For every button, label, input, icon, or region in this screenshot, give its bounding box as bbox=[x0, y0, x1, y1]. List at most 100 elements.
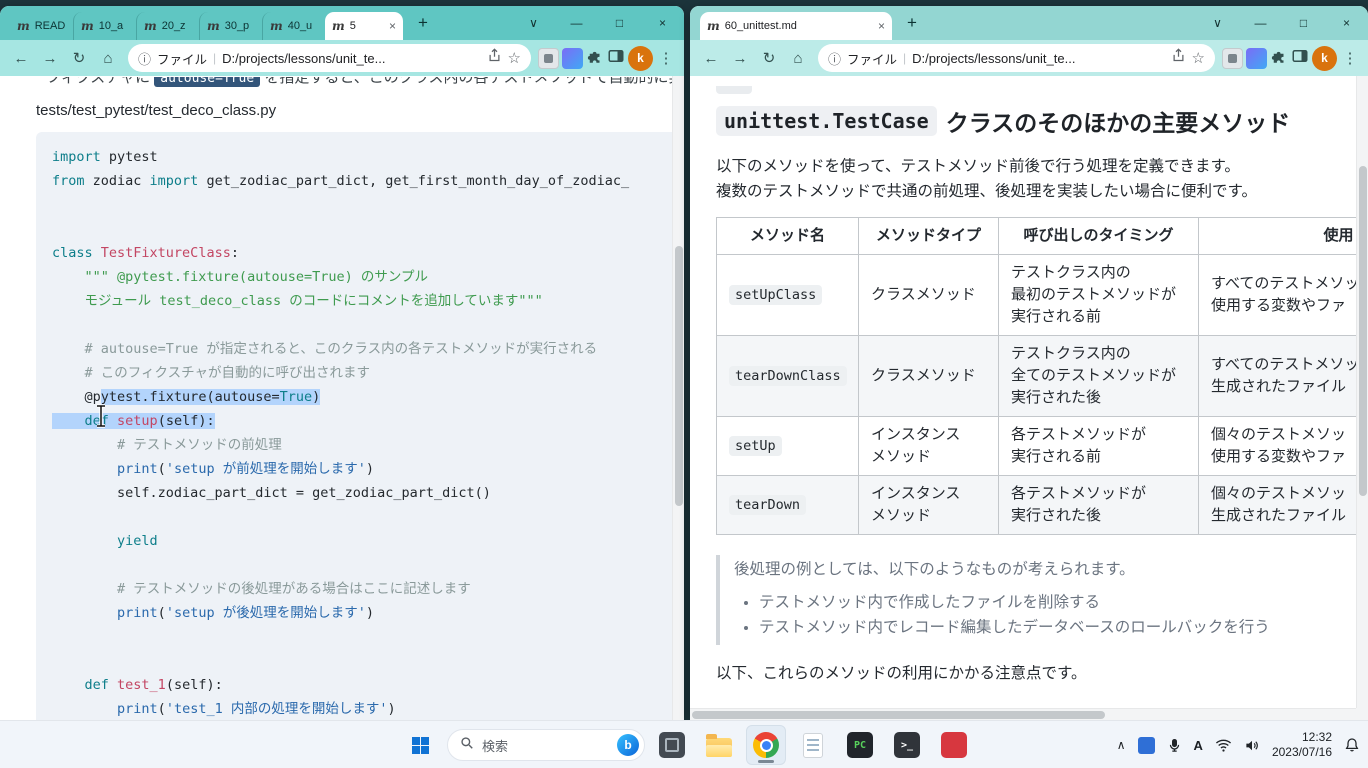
reload-button[interactable]: ↻ bbox=[756, 45, 782, 71]
markdown-favicon-icon: m bbox=[17, 19, 30, 33]
tab-5[interactable]: m5× bbox=[325, 12, 403, 40]
code-block[interactable]: import pytestfrom zodiac import get_zodi… bbox=[36, 132, 678, 720]
scrollbar-thumb[interactable] bbox=[1359, 166, 1367, 496]
page-title: unittest.TestCase クラスのそのほかの主要メソッド bbox=[716, 104, 1368, 138]
share-icon[interactable] bbox=[487, 48, 502, 68]
tab-strip: mREADm10_am20_zm30_pm40_um5× + ∨ — □ × bbox=[0, 6, 684, 40]
extensions-puzzle-icon[interactable] bbox=[586, 47, 604, 70]
table-cell-method-type: クラスメソッド bbox=[859, 336, 999, 417]
browser-menu-icon[interactable]: ⋮ bbox=[1340, 49, 1360, 67]
scrollbar-thumb[interactable] bbox=[675, 246, 683, 506]
taskbar-app-dark[interactable] bbox=[652, 725, 692, 765]
extension-icon-1[interactable] bbox=[538, 48, 559, 69]
network-icon[interactable] bbox=[1215, 738, 1232, 753]
vertical-scrollbar[interactable] bbox=[672, 76, 684, 720]
tab-close-icon[interactable]: × bbox=[878, 19, 885, 33]
taskbar-app-red[interactable] bbox=[934, 725, 974, 765]
text-cursor bbox=[94, 404, 108, 433]
code-token: # テストメソッドの後処理がある場合はここに記述します bbox=[52, 581, 471, 597]
code-line: from zodiac import get_zodiac_part_dict,… bbox=[52, 169, 662, 193]
tab-10_a[interactable]: m10_a bbox=[73, 12, 136, 40]
taskbar-file-explorer[interactable] bbox=[699, 725, 739, 765]
site-info-icon[interactable]: ⓘ bbox=[828, 49, 841, 68]
home-button[interactable]: ⌂ bbox=[95, 45, 121, 71]
code-token: ( bbox=[158, 461, 166, 477]
code-line bbox=[52, 649, 662, 673]
reload-button[interactable]: ↻ bbox=[66, 45, 92, 71]
taskbar-search[interactable]: 検索 b bbox=[447, 729, 645, 761]
ime-mode-indicator[interactable]: A bbox=[1194, 738, 1203, 753]
extension-icon-1[interactable] bbox=[1222, 48, 1243, 69]
tab-close-icon[interactable]: × bbox=[389, 19, 396, 33]
code-line bbox=[52, 217, 662, 241]
back-button[interactable]: ← bbox=[698, 45, 724, 71]
tab-search-button[interactable]: ∨ bbox=[512, 6, 555, 40]
code-line: """ @pytest.fixture(autouse=True) のサンプル bbox=[52, 265, 662, 289]
minimize-button[interactable]: — bbox=[1239, 6, 1282, 40]
tab-40_u[interactable]: m40_u bbox=[262, 12, 325, 40]
extensions-puzzle-icon[interactable] bbox=[1270, 47, 1288, 70]
vertical-scrollbar[interactable] bbox=[1356, 76, 1368, 708]
bookmark-star-icon[interactable]: ☆ bbox=[1192, 49, 1205, 67]
extension-icon-2[interactable] bbox=[1246, 48, 1267, 69]
profile-avatar[interactable]: k bbox=[1312, 46, 1337, 71]
url-text[interactable]: D:/projects/lessons/unit_te... bbox=[222, 51, 480, 66]
back-button[interactable]: ← bbox=[8, 45, 34, 71]
tab-30_p[interactable]: m30_p bbox=[199, 12, 262, 40]
code-line bbox=[52, 313, 662, 337]
close-button[interactable]: × bbox=[641, 6, 684, 40]
share-icon[interactable] bbox=[1171, 48, 1186, 68]
table-cell-timing: テストクラス内の 最初のテストメソッドが 実行される前 bbox=[999, 255, 1199, 336]
new-tab-button[interactable]: + bbox=[410, 10, 436, 36]
forward-button[interactable]: → bbox=[37, 45, 63, 71]
taskbar-notepad[interactable] bbox=[793, 725, 833, 765]
browser-menu-icon[interactable]: ⋮ bbox=[656, 49, 676, 67]
microphone-icon[interactable] bbox=[1167, 738, 1182, 753]
profile-avatar[interactable]: k bbox=[628, 46, 653, 71]
heading-inline-code: unittest.TestCase bbox=[716, 106, 937, 136]
taskbar-pycharm[interactable]: PC bbox=[840, 725, 880, 765]
bookmark-star-icon[interactable]: ☆ bbox=[508, 49, 521, 67]
table-row: tearDownClassクラスメソッドテストクラス内の 全てのテストメソッドが… bbox=[717, 336, 1368, 417]
code-token: zodiac bbox=[85, 173, 150, 189]
maximize-button[interactable]: □ bbox=[1282, 6, 1325, 40]
tab-20_z[interactable]: m20_z bbox=[136, 12, 199, 40]
taskbar-clock[interactable]: 12:32 2023/07/16 bbox=[1272, 730, 1332, 760]
code-line: print('setup が前処理を開始します') bbox=[52, 457, 662, 481]
markdown-favicon-icon: m bbox=[207, 19, 220, 33]
notification-bell-icon[interactable] bbox=[1344, 737, 1360, 753]
tab-60-unittest[interactable]: m 60_unittest.md × bbox=[700, 12, 892, 40]
horizontal-scrollbar[interactable] bbox=[690, 708, 1356, 720]
address-bar[interactable]: ⓘ ファイル | D:/projects/lessons/unit_te... … bbox=[128, 44, 531, 72]
tray-chevron-icon[interactable]: ∧ bbox=[1117, 738, 1126, 752]
volume-icon[interactable] bbox=[1244, 738, 1260, 753]
code-token bbox=[52, 413, 85, 429]
side-panel-icon[interactable] bbox=[607, 47, 625, 70]
maximize-button[interactable]: □ bbox=[598, 6, 641, 40]
taskbar-terminal[interactable]: >_ bbox=[887, 725, 927, 765]
tray-app-icon[interactable] bbox=[1138, 737, 1155, 754]
home-button[interactable]: ⌂ bbox=[785, 45, 811, 71]
forward-button[interactable]: → bbox=[727, 45, 753, 71]
scrollbar-thumb[interactable] bbox=[692, 711, 1105, 719]
address-bar[interactable]: ⓘ ファイル | D:/projects/lessons/unit_te... … bbox=[818, 44, 1215, 72]
tab-search-button[interactable]: ∨ bbox=[1196, 6, 1239, 40]
markdown-favicon-icon: m bbox=[270, 19, 283, 33]
close-button[interactable]: × bbox=[1325, 6, 1368, 40]
table-header-row: メソッド名メソッドタイプ呼び出しのタイミング使用 bbox=[717, 218, 1368, 255]
url-text[interactable]: D:/projects/lessons/unit_te... bbox=[912, 51, 1164, 66]
code-token: def bbox=[85, 677, 109, 693]
taskbar-chrome[interactable] bbox=[746, 725, 786, 765]
tab-READ[interactable]: mREAD bbox=[10, 12, 73, 40]
table-cell-timing: 各テストメソッドが 実行される前 bbox=[999, 417, 1199, 476]
start-button[interactable] bbox=[400, 725, 440, 765]
methods-table: メソッド名メソッドタイプ呼び出しのタイミング使用setUpClassクラスメソッ… bbox=[716, 217, 1368, 535]
side-panel-icon[interactable] bbox=[1291, 47, 1309, 70]
paragraph: 以下のメソッドを使って、テストメソッド前後で行う処理を定義できます。 bbox=[716, 155, 1368, 178]
extension-icon-2[interactable] bbox=[562, 48, 583, 69]
site-info-icon[interactable]: ⓘ bbox=[138, 49, 151, 68]
table-row: tearDownインスタンス メソッド各テストメソッドが 実行された後個々のテス… bbox=[717, 476, 1368, 535]
new-tab-button[interactable]: + bbox=[899, 10, 925, 36]
minimize-button[interactable]: — bbox=[555, 6, 598, 40]
code-token: : bbox=[231, 245, 239, 261]
